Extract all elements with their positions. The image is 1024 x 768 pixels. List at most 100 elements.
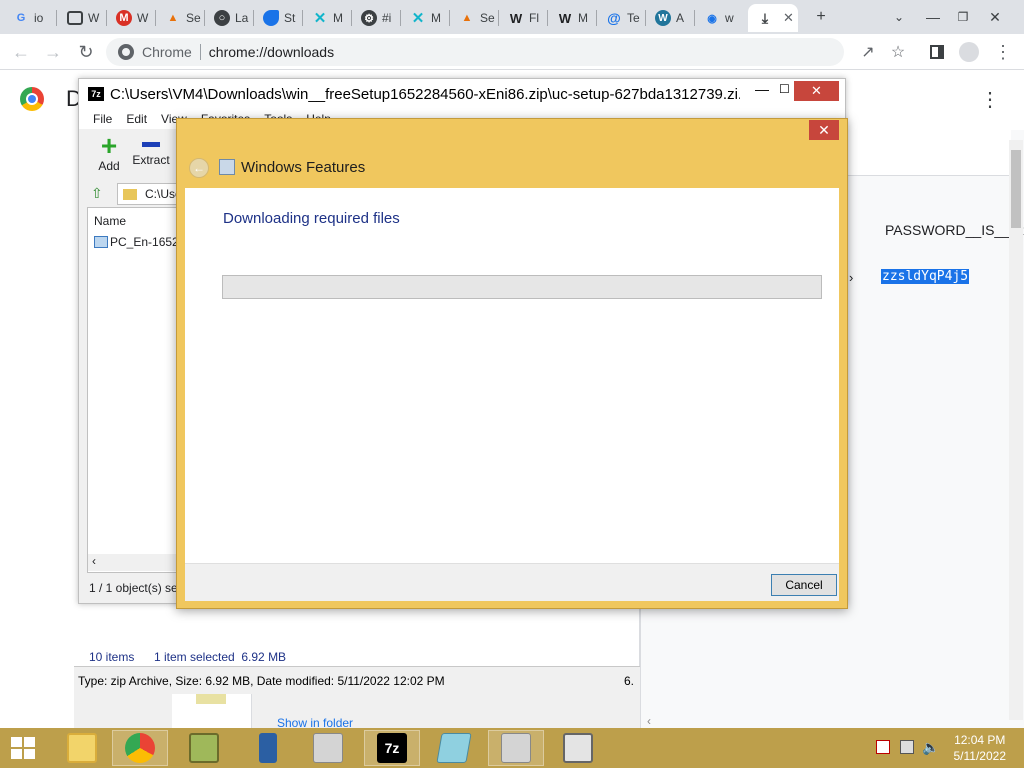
new-tab-button[interactable]: + [808,5,834,29]
bookmark-star-icon[interactable]: ☆ [885,39,911,65]
sevenzip-taskbar[interactable]: 7z [364,730,420,766]
close-icon[interactable]: ✕ [794,81,839,101]
file-details: Type: zip Archive, Size: 6.92 MB, Date m… [78,673,445,688]
close-icon[interactable]: ✕ [809,120,839,140]
menu-file[interactable]: File [93,112,112,126]
add-button[interactable]: + Add [89,132,129,177]
back-arrow-icon[interactable]: ← [189,158,209,178]
red-m-icon: M [116,10,132,26]
scroll-left-icon[interactable]: ‹ [647,714,651,728]
x-icon: ✕ [411,10,425,27]
site-label: Chrome [142,44,192,60]
x-icon: ✕ [313,10,327,27]
minimize-icon[interactable]: — [920,5,946,29]
w-icon: W [558,10,572,26]
app-taskbar[interactable] [240,730,296,766]
list-item[interactable]: PC_En-16522 [94,235,185,249]
dialog-title: Windows Features [241,159,366,176]
globe-settings-icon: ⚙ [361,10,377,26]
tab[interactable]: ▲ Se [450,4,498,32]
password-value[interactable]: zzsldYqP4j5 [881,269,970,284]
tab[interactable]: ○ La [205,4,253,32]
clock-time: 12:04 PM [954,733,1006,747]
network-icon[interactable] [900,740,914,754]
blue-drop-icon [263,10,279,26]
system-clock[interactable]: 12:04 PM 5/11/2022 [954,732,1007,764]
minimize-icon[interactable]: — [755,81,769,97]
volume-muted-icon[interactable]: 🔈 [922,739,939,756]
windows-features-icon [219,159,235,175]
browser-tab-strip: Gio W MW ▲ Se ○ La St ✕ M ⚙ #i ✕ M ▲ Se W Fl WM… [0,0,1024,34]
address-bar[interactable]: Chrome chrome://downloads [106,38,844,66]
side-panel-icon[interactable] [924,39,950,65]
notepad-taskbar[interactable] [426,730,482,766]
status-extra: 6. [624,674,635,688]
restore-icon[interactable]: ❐ [950,5,976,29]
disk-taskbar[interactable] [550,730,606,766]
chevron-right-icon: › [849,270,854,285]
disk-icon [563,733,593,763]
setup-taskbar[interactable] [488,730,544,766]
tab-search-chevron-icon[interactable]: ⌄ [886,5,912,29]
taskbar: 7z 🔈 12:04 PM 5/11/2022 [0,728,1024,768]
tab[interactable]: ⚙ #i [352,4,400,32]
share-icon[interactable]: ↗ [855,39,881,65]
url-text: chrome://downloads [208,44,335,60]
tab[interactable]: W [58,4,106,32]
chrome-logo-icon [20,87,44,111]
file-explorer-icon [67,733,97,763]
tab-downloads-active[interactable]: ⤓ ✕ [748,4,798,32]
installer-taskbar[interactable] [300,730,356,766]
installer-icon [313,733,343,763]
forward-arrow-icon[interactable]: → [40,39,66,65]
up-folder-icon[interactable]: ⇧ [91,185,103,202]
tab[interactable]: ✕ M [303,4,351,32]
menu-edit[interactable]: Edit [126,112,147,126]
column-name-header[interactable]: Name [94,214,126,228]
more-menu-icon[interactable]: ⋮ [980,87,1000,112]
scrollbar[interactable] [1009,140,1023,720]
cancel-button[interactable]: Cancel [771,574,837,596]
tab[interactable]: W Fl [499,4,547,32]
sevenzip-titlebar: 7z C:\Users\VM4\Downloads\win__freeSetup… [79,79,845,109]
maximize-icon[interactable]: ☐ [779,82,790,96]
start-button[interactable] [0,730,46,766]
scroll-left-icon[interactable]: ‹ [92,554,96,568]
tab[interactable]: ▲ Se [156,4,204,32]
tab[interactable]: St [254,4,302,32]
w-icon: W [509,10,523,26]
google-icon: G [16,12,26,24]
chrome-taskbar[interactable] [112,730,168,766]
tab[interactable]: ✕ M [401,4,449,32]
folder-icon [123,188,137,200]
control-panel-taskbar[interactable] [176,730,232,766]
notepad-icon [436,733,472,763]
browser-toolbar: ← → ↻ Chrome chrome://downloads ↗ ☆ ⋮ [0,34,1024,70]
tab[interactable]: WM [548,4,596,32]
reload-icon[interactable]: ↻ [73,39,99,65]
extract-button[interactable]: Extract [129,133,173,177]
tab[interactable]: @ Te [597,4,645,32]
chrome-icon [125,733,155,763]
windows-logo-icon [11,737,35,759]
profile-avatar-icon[interactable] [956,39,982,65]
back-arrow-icon[interactable]: ← [8,39,34,65]
globe-icon: ○ [214,10,230,26]
download-progress-bar [222,275,822,299]
tab[interactable]: ◉ w [695,4,743,32]
windows-features-dialog: ✕ ← Windows Features Downloading require… [176,118,848,609]
action-center-flag-icon[interactable] [876,740,890,754]
tab[interactable]: MW [107,4,155,32]
wordpress-icon: W [655,10,671,26]
chrome-menu-icon[interactable]: ⋮ [990,39,1016,65]
tab[interactable]: Gio [4,4,52,32]
tab[interactable]: WA [646,4,694,32]
file-explorer-taskbar[interactable] [54,730,110,766]
close-window-icon[interactable]: ✕ [982,5,1008,29]
clock-date: 5/11/2022 [953,749,1007,763]
close-tab-icon[interactable]: ✕ [783,10,794,26]
chrome-logo-icon [118,44,134,60]
explorer-window: 10 items 1 item selected 6.92 MB Type: z… [74,600,640,730]
sevenzip-icon: 7z [377,733,407,763]
items-count: 10 items [89,650,135,664]
